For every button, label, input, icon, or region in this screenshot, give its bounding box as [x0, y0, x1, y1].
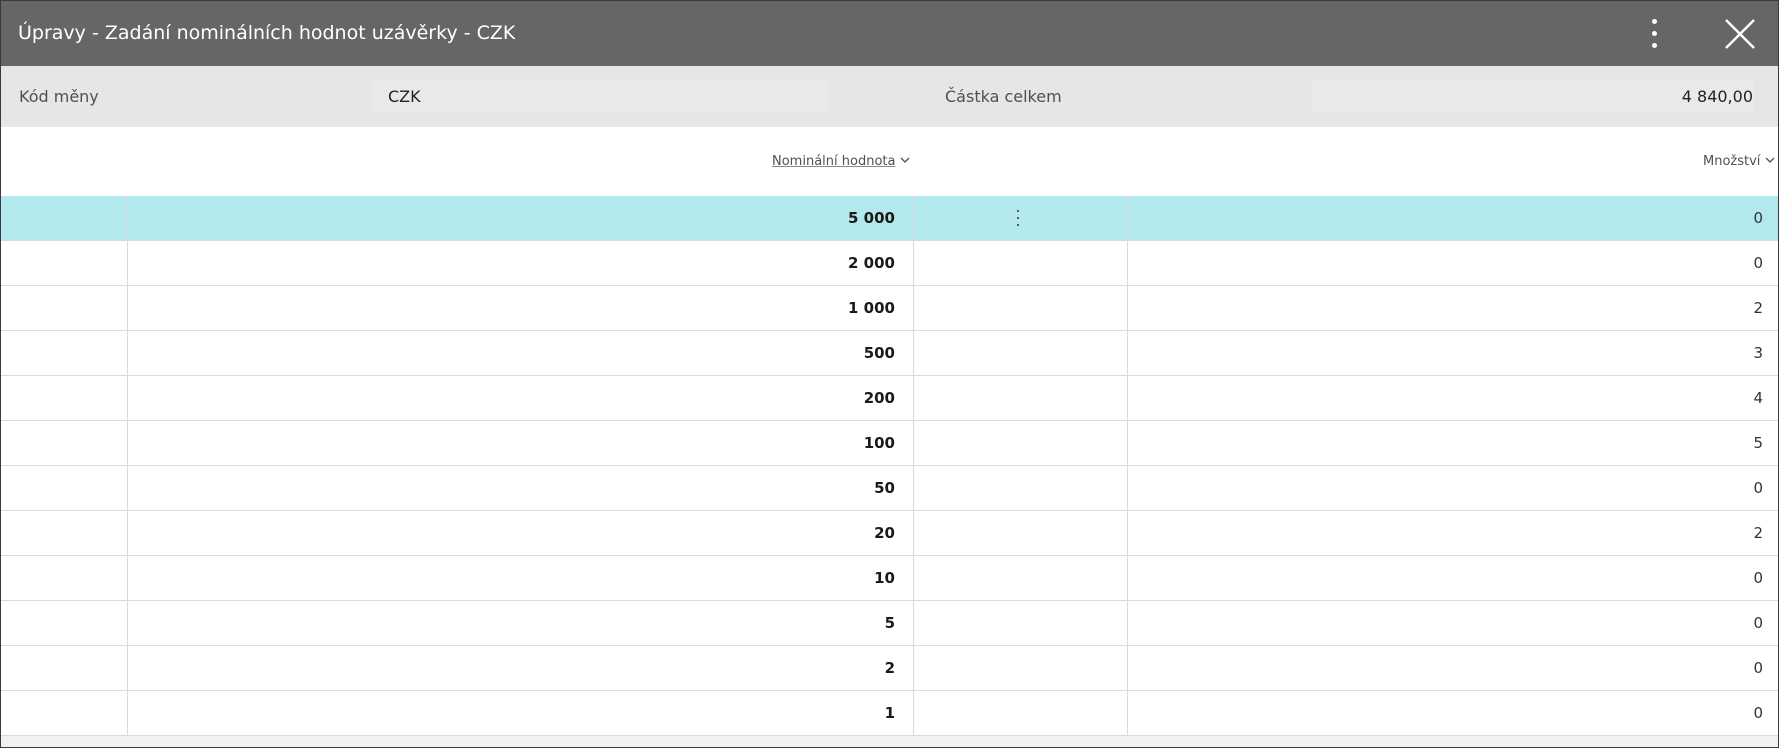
table-row[interactable]: 100 5: [1, 421, 1778, 466]
currency-code-value: CZK: [388, 87, 421, 106]
quantity-cell[interactable]: 0: [1127, 601, 1763, 645]
column-divider: [913, 556, 914, 600]
more-vertical-icon: [1017, 224, 1019, 226]
quantity-cell[interactable]: 2: [1127, 286, 1763, 330]
table-row[interactable]: 20: [1, 646, 1778, 691]
quantity-cell[interactable]: 0: [1127, 691, 1763, 735]
column-header-nominal-value[interactable]: Nominální hodnota: [772, 127, 910, 196]
column-divider: [913, 196, 914, 240]
nominal-value-cell[interactable]: 200: [128, 376, 895, 420]
currency-code-field: [373, 80, 829, 113]
nominal-value-cell[interactable]: 50: [128, 466, 895, 510]
column-divider: [913, 286, 914, 330]
column-divider: [913, 331, 914, 375]
column-divider: [913, 646, 914, 690]
chevron-down-icon: [901, 157, 910, 163]
more-vertical-icon: [1017, 210, 1019, 212]
table-row[interactable]: 500 3: [1, 331, 1778, 376]
total-amount-value: 4 840,00: [1681, 87, 1753, 106]
title-bar: Úpravy - Zadání nominálních hodnot uzávě…: [1, 1, 1778, 66]
column-divider: [913, 466, 914, 510]
table-row[interactable]: 10 0: [1, 556, 1778, 601]
more-vertical-icon: [1017, 217, 1019, 219]
dialog-window: Úpravy - Zadání nominálních hodnot uzávě…: [0, 0, 1779, 748]
currency-code-label: Kód měny: [19, 87, 99, 106]
quantity-cell[interactable]: 4: [1127, 376, 1763, 420]
denomination-grid: 5 000 0 2 000 0 1 000 2 500 3 200 4 100 5 50 0 20 2 10 0 5…: [1, 196, 1778, 736]
quantity-cell[interactable]: 3: [1127, 331, 1763, 375]
footer-strip: [1, 736, 1778, 747]
column-divider: [913, 421, 914, 465]
quantity-cell[interactable]: 0: [1127, 241, 1763, 285]
quantity-cell[interactable]: 0: [1127, 556, 1763, 600]
table-row[interactable]: 10: [1, 691, 1778, 736]
nominal-value-cell[interactable]: 20: [128, 511, 895, 555]
nominal-value-cell[interactable]: 5 000: [128, 196, 895, 240]
table-row[interactable]: 50 0: [1, 466, 1778, 511]
header-summary: Kód měny CZK Částka celkem 4 840,00: [1, 66, 1778, 127]
quantity-cell[interactable]: 5: [1127, 421, 1763, 465]
column-header-quantity[interactable]: Množství: [1703, 127, 1775, 196]
quantity-cell[interactable]: 2: [1127, 511, 1763, 555]
table-row[interactable]: 200 4: [1, 376, 1778, 421]
nominal-value-cell[interactable]: 2 000: [128, 241, 895, 285]
column-headers: Nominální hodnota Množství: [1, 127, 1778, 196]
quantity-cell[interactable]: 0: [1127, 466, 1763, 510]
nominal-value-cell[interactable]: 2: [128, 646, 895, 690]
close-icon: [1725, 19, 1755, 49]
table-row[interactable]: 50: [1, 601, 1778, 646]
total-amount-label: Částka celkem: [945, 87, 1062, 106]
nominal-value-cell[interactable]: 500: [128, 331, 895, 375]
column-divider: [913, 376, 914, 420]
row-actions-button[interactable]: [1009, 207, 1027, 229]
column-divider: [913, 511, 914, 555]
table-row[interactable]: 20 2: [1, 511, 1778, 556]
column-divider: [913, 691, 914, 735]
column-divider: [913, 241, 914, 285]
quantity-cell[interactable]: 0: [1127, 196, 1763, 240]
table-row[interactable]: 2 000 0: [1, 241, 1778, 286]
close-button[interactable]: [1723, 17, 1757, 51]
nominal-value-cell[interactable]: 1 000: [128, 286, 895, 330]
nominal-value-cell[interactable]: 5: [128, 601, 895, 645]
chevron-down-icon: [1765, 157, 1775, 163]
column-divider: [913, 601, 914, 645]
nominal-value-cell[interactable]: 100: [128, 421, 895, 465]
table-row[interactable]: 5 000 0: [1, 196, 1778, 241]
nominal-value-cell[interactable]: 10: [128, 556, 895, 600]
column-header-nominal-value-label: Nominální hodnota: [772, 154, 896, 169]
more-vertical-icon: [1652, 19, 1657, 24]
table-row[interactable]: 1 000 2: [1, 286, 1778, 331]
nominal-value-cell[interactable]: 1: [128, 691, 895, 735]
quantity-cell[interactable]: 0: [1127, 646, 1763, 690]
column-header-quantity-label: Množství: [1703, 154, 1761, 169]
dialog-title: Úpravy - Zadání nominálních hodnot uzávě…: [18, 22, 516, 44]
more-options-button[interactable]: [1641, 15, 1669, 53]
